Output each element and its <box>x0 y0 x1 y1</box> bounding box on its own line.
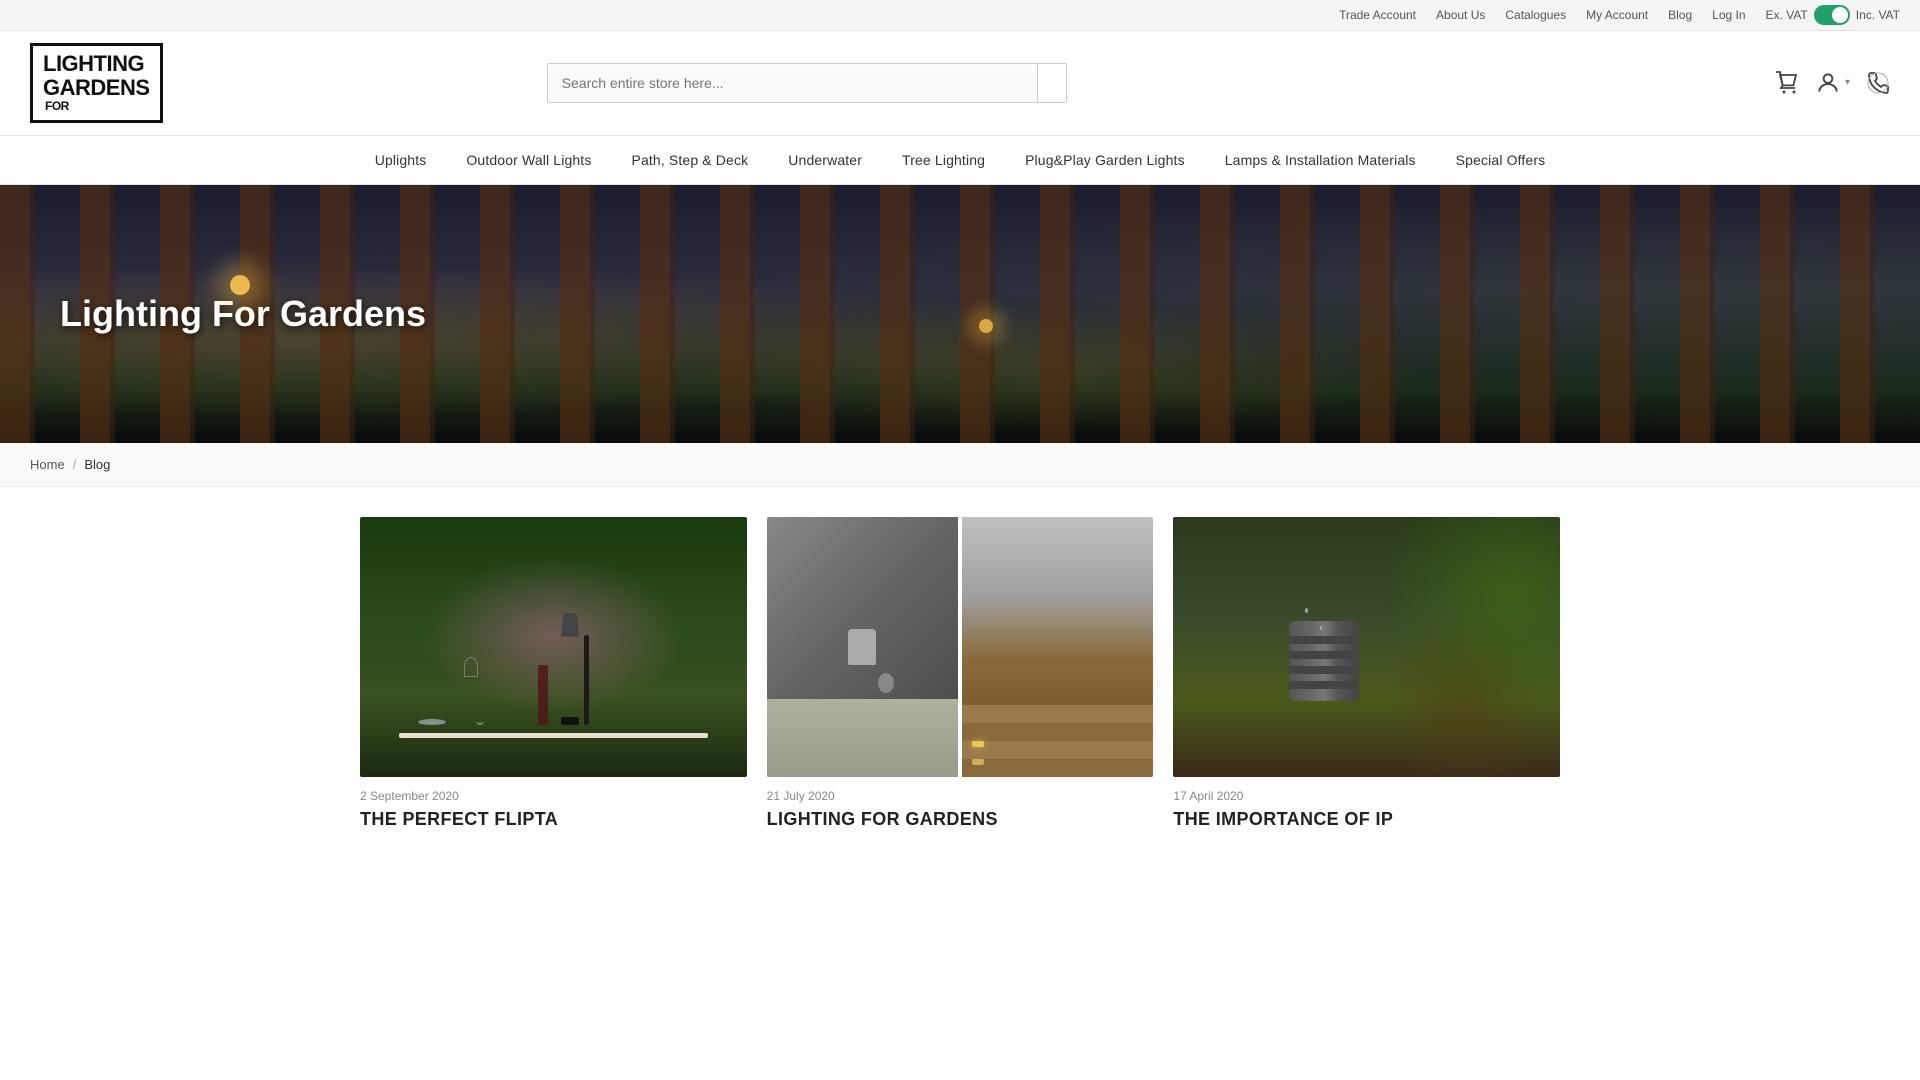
post-title-3: THE IMPORTANCE OF IP <box>1173 809 1560 830</box>
post-card-image-2 <box>767 517 1154 777</box>
hero-content: Lighting For Gardens <box>0 253 486 375</box>
phone-icon <box>1866 71 1890 95</box>
nav-uplights[interactable]: Uplights <box>355 136 447 184</box>
nav-underwater[interactable]: Underwater <box>768 136 882 184</box>
blog-section: 2 September 2020 THE PERFECT FLIPTA <box>0 487 1920 880</box>
cart-icon-button[interactable] <box>1775 71 1799 95</box>
vat-ex-label: Ex. VAT <box>1766 8 1808 22</box>
post-date-3: 17 April 2020 <box>1173 789 1560 803</box>
breadcrumb-home[interactable]: Home <box>30 457 65 472</box>
catalogues-link[interactable]: Catalogues <box>1505 8 1566 22</box>
nav-path-step-deck[interactable]: Path, Step & Deck <box>611 136 768 184</box>
post-date-2: 21 July 2020 <box>767 789 1154 803</box>
vat-toggle-switch[interactable] <box>1814 5 1850 25</box>
hero-banner: Lighting For Gardens <box>0 185 1920 443</box>
breadcrumb-separator: / <box>73 457 77 472</box>
account-button[interactable]: ▾ <box>1815 70 1850 96</box>
breadcrumb-current: Blog <box>84 457 110 472</box>
login-link[interactable]: Log In <box>1712 8 1745 22</box>
search-input[interactable] <box>548 65 1037 101</box>
post-card-1[interactable]: 2 September 2020 THE PERFECT FLIPTA <box>360 517 747 830</box>
nav-outdoor-wall[interactable]: Outdoor Wall Lights <box>446 136 611 184</box>
vat-inc-label: Inc. VAT <box>1856 8 1900 22</box>
nav-plug-play[interactable]: Plug&Play Garden Lights <box>1005 136 1205 184</box>
search-button[interactable] <box>1037 64 1066 102</box>
logo-line2: GARDENSFOR <box>43 76 150 113</box>
cart-icon <box>1775 71 1799 95</box>
header-icons: ▾ <box>1775 70 1890 96</box>
about-us-link[interactable]: About Us <box>1436 8 1485 22</box>
my-account-link[interactable]: My Account <box>1586 8 1648 22</box>
nav-tree-lighting[interactable]: Tree Lighting <box>882 136 1005 184</box>
logo-line1: LIGHTING <box>43 52 150 76</box>
search-bar <box>547 63 1067 103</box>
header: LIGHTING GARDENSFOR <box>0 31 1920 136</box>
post-date-1: 2 September 2020 <box>360 789 747 803</box>
account-icon <box>1815 70 1841 96</box>
nav-lamps[interactable]: Lamps & Installation Materials <box>1205 136 1436 184</box>
main-nav: Uplights Outdoor Wall Lights Path, Step … <box>0 136 1920 185</box>
post-card-image-3 <box>1173 517 1560 777</box>
post-card-2[interactable]: 21 July 2020 LIGHTING FOR GARDENS <box>767 517 1154 830</box>
top-bar: Trade Account About Us Catalogues My Acc… <box>0 0 1920 31</box>
hero-light-2 <box>979 319 993 333</box>
logo[interactable]: LIGHTING GARDENSFOR <box>30 43 163 123</box>
hero-title: Lighting For Gardens <box>60 293 426 335</box>
post-card-image-1 <box>360 517 747 777</box>
phone-icon-button[interactable] <box>1866 71 1890 95</box>
blog-link[interactable]: Blog <box>1668 8 1692 22</box>
logo-suffix: FOR <box>45 100 150 113</box>
post-card-3[interactable]: 17 April 2020 THE IMPORTANCE OF IP <box>1173 517 1560 830</box>
blog-posts-row: 2 September 2020 THE PERFECT FLIPTA <box>360 517 1560 830</box>
vat-toggle: Ex. VAT Inc. VAT <box>1766 5 1900 25</box>
breadcrumb: Home / Blog <box>0 443 1920 487</box>
logo-line2-text: GARDENS <box>43 76 150 100</box>
account-chevron: ▾ <box>1845 77 1850 88</box>
post-title-2: LIGHTING FOR GARDENS <box>767 809 1154 830</box>
post-title-1: THE PERFECT FLIPTA <box>360 809 747 830</box>
nav-special-offers[interactable]: Special Offers <box>1436 136 1566 184</box>
trade-account-link[interactable]: Trade Account <box>1339 8 1416 22</box>
